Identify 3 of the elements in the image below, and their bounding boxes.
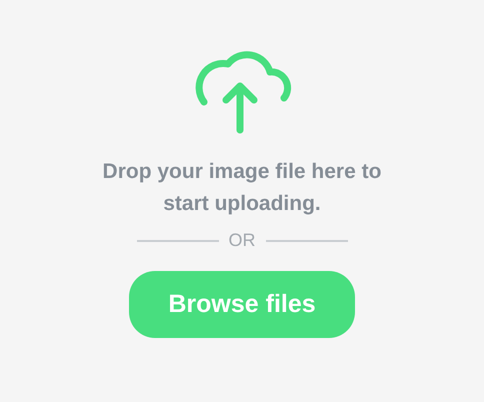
divider-label: OR (228, 230, 256, 251)
browse-files-button[interactable]: Browse files (129, 271, 355, 338)
upload-instructions: Drop your image file here to start uploading. (102, 159, 382, 217)
